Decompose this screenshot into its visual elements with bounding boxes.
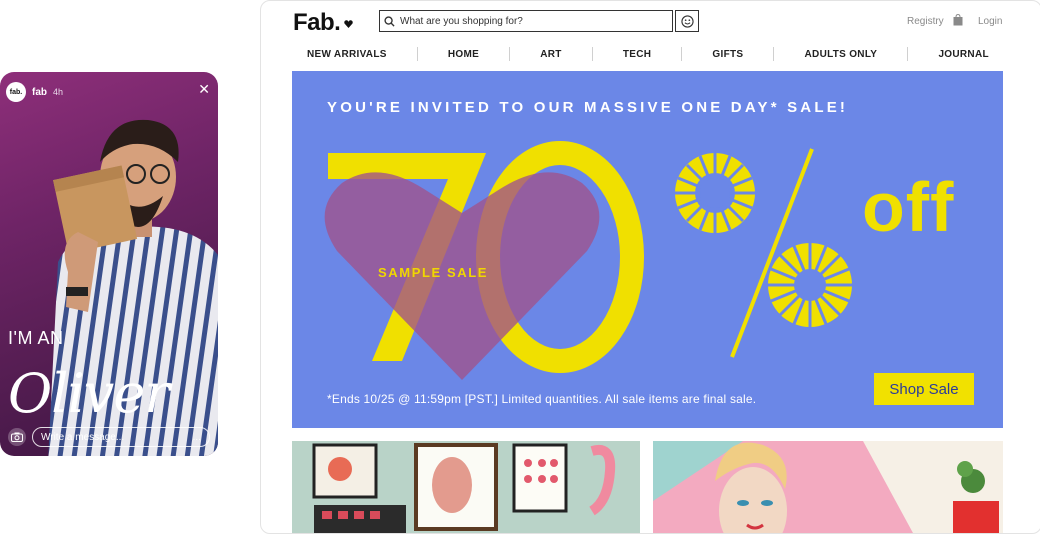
off-label: off <box>862 168 955 246</box>
instagram-story: fab. fab 4h ✕ I'M AN Oliver Write a mess… <box>0 72 218 456</box>
art-wall-image <box>312 443 616 533</box>
smiley-icon <box>680 14 694 28</box>
sample-sale-label: SAMPLE SALE <box>378 265 489 280</box>
nav-gifts[interactable]: GIFTS <box>698 49 757 60</box>
nav-art[interactable]: ART <box>526 49 575 60</box>
search-icon <box>384 15 395 27</box>
story-script-caption: Oliver <box>8 362 170 425</box>
heart-icon <box>344 20 353 28</box>
shopping-bag-icon[interactable] <box>953 14 963 26</box>
nav-tech[interactable]: TECH <box>609 49 665 60</box>
mannequin-image <box>653 441 1003 533</box>
mannequin-tile[interactable] <box>653 441 1003 533</box>
nav-journal[interactable]: JOURNAL <box>924 49 1002 60</box>
avatar[interactable]: fab. <box>6 82 26 102</box>
site-logo[interactable]: Fab. <box>293 9 341 37</box>
story-username[interactable]: fab <box>32 87 47 98</box>
camera-icon[interactable] <box>8 428 26 446</box>
registry-link[interactable]: Registry <box>907 16 944 27</box>
smiley-button[interactable] <box>675 10 699 32</box>
story-message-input[interactable]: Write a message... ... <box>32 427 210 447</box>
search-input[interactable]: What are you shopping for? <box>379 10 673 32</box>
story-footer: Write a message... ... <box>8 426 210 448</box>
nav-divider <box>681 47 683 61</box>
nav-adults-only[interactable]: ADULTS ONLY <box>791 49 892 60</box>
nav-divider <box>591 47 593 61</box>
percent-bottom-circle <box>768 243 852 327</box>
story-header: fab. fab 4h <box>6 82 63 102</box>
sale-hero-banner[interactable]: YOU'RE INVITED TO OUR MASSIVE ONE DAY* S… <box>292 71 1003 428</box>
nav-new-arrivals[interactable]: NEW ARRIVALS <box>293 49 401 60</box>
main-nav: NEW ARRIVALS HOME ART TECH GIFTS ADULTS … <box>293 41 1003 67</box>
message-placeholder: Write a message... <box>41 432 125 443</box>
story-caption: I'M AN <box>8 328 64 348</box>
art-wall-tile[interactable] <box>292 441 640 533</box>
more-options-icon[interactable]: ... <box>193 428 201 448</box>
percent-top-circle <box>675 153 755 233</box>
search-placeholder: What are you shopping for? <box>400 15 523 27</box>
shop-sale-button[interactable]: Shop Sale <box>874 373 974 405</box>
nav-divider <box>416 47 418 61</box>
nav-divider <box>907 47 909 61</box>
nav-divider <box>773 47 775 61</box>
fab-website: Fab. What are you shopping for? Registry… <box>260 0 1040 534</box>
hero-footnote: *Ends 10/25 @ 11:59pm [PST.] Limited qua… <box>327 392 757 406</box>
close-icon[interactable]: ✕ <box>198 82 210 96</box>
nav-divider <box>509 47 511 61</box>
story-timestamp: 4h <box>53 87 64 97</box>
nav-home[interactable]: HOME <box>434 49 493 60</box>
login-link[interactable]: Login <box>978 16 1002 27</box>
